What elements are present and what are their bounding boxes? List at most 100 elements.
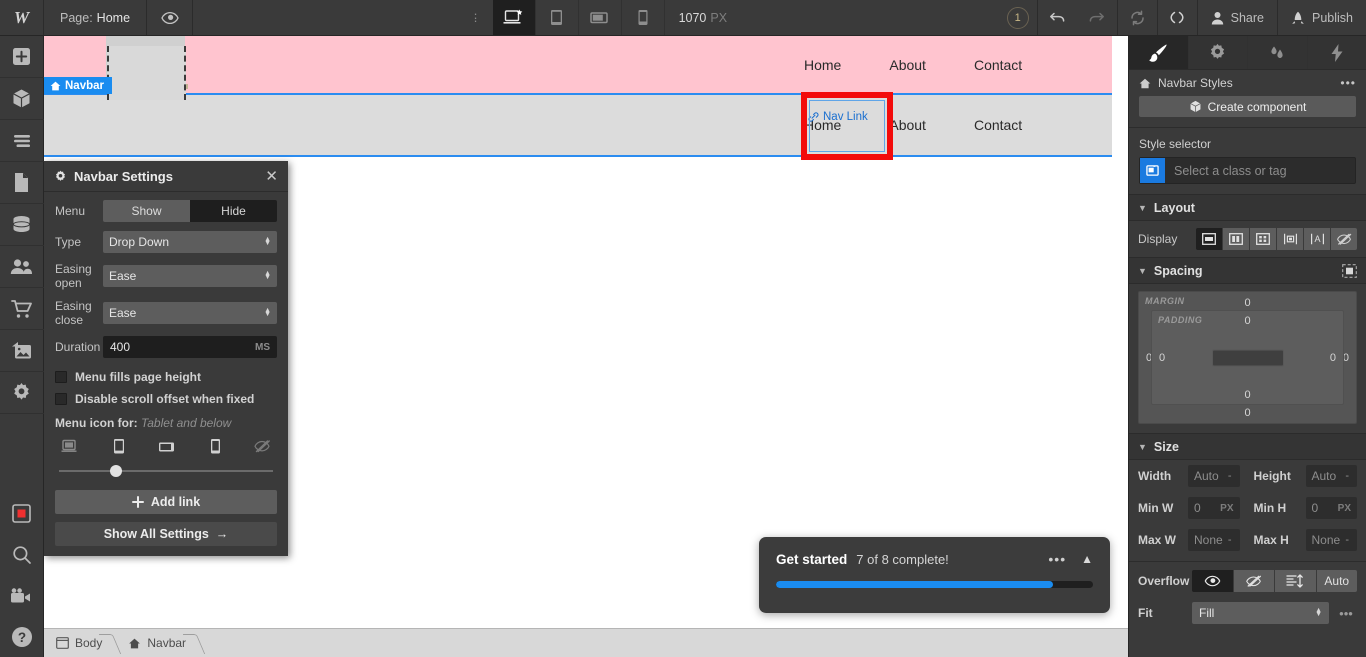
sidebar-item-components[interactable] — [0, 78, 44, 119]
padding-left-value[interactable]: 0 — [1159, 352, 1165, 364]
desktop-breakpoint[interactable] — [492, 0, 536, 35]
maxh-input[interactable]: None - — [1305, 529, 1357, 551]
preview-toggle[interactable] — [147, 0, 194, 35]
page-selector[interactable]: Page: Home — [44, 0, 148, 35]
padding-top-value[interactable]: 0 — [1244, 315, 1250, 327]
margin-top-value[interactable]: 0 — [1244, 297, 1250, 309]
sidebar-item-search[interactable] — [0, 534, 44, 575]
easing-close-label: Easing close — [55, 299, 92, 327]
notification-badge[interactable]: 1 — [1006, 6, 1029, 29]
sidebar-item-users[interactable] — [0, 246, 44, 287]
padding-box[interactable]: PADDING 0 0 0 0 — [1151, 310, 1344, 405]
tab-settings[interactable] — [1188, 36, 1248, 69]
tab-interactions[interactable] — [1248, 36, 1308, 69]
easing-open-select[interactable]: Ease ▲ ▼ — [103, 265, 277, 287]
spacing-section-header[interactable]: ▼ Spacing — [1129, 257, 1366, 284]
add-link-button[interactable]: Add link — [55, 490, 277, 514]
device-slider[interactable] — [59, 464, 273, 478]
chevron-up-icon[interactable]: ▲ — [1081, 552, 1093, 566]
nav-link-contact-pink[interactable]: Contact — [974, 57, 1022, 73]
menu-hide-button[interactable]: Hide — [190, 200, 277, 222]
display-inline-button[interactable]: A — [1304, 228, 1331, 250]
sidebar-item-settings[interactable] — [0, 372, 44, 413]
layout-section-header[interactable]: ▼ Layout — [1129, 194, 1366, 221]
minh-input[interactable]: 0 PX — [1305, 497, 1357, 519]
nav-link-contact-grey[interactable]: Contact — [974, 117, 1022, 133]
tablet-breakpoint[interactable] — [536, 0, 579, 35]
share-button[interactable]: Share — [1196, 0, 1277, 35]
breadcrumb-body[interactable]: Body — [44, 629, 116, 657]
margin-box[interactable]: MARGIN 0 0 0 0 PADDING 0 0 0 0 — [1138, 291, 1357, 424]
mobile-portrait-breakpoint[interactable] — [622, 0, 665, 35]
create-component-button[interactable]: Create component — [1139, 96, 1356, 117]
menu-show-button[interactable]: Show — [103, 200, 190, 222]
code-export-button[interactable] — [1156, 0, 1197, 35]
type-select[interactable]: Drop Down ▲ ▼ — [103, 231, 277, 253]
mobile-landscape-device-icon-button[interactable] — [158, 440, 177, 454]
overflow-auto-button[interactable]: Auto — [1316, 570, 1357, 592]
tablet-device-icon-button[interactable] — [112, 438, 126, 455]
undo-button[interactable] — [1036, 0, 1077, 35]
sidebar-item-component-library[interactable] — [0, 493, 44, 534]
hidden-device-icon-button[interactable] — [253, 439, 271, 454]
sidebar-item-video[interactable] — [0, 575, 44, 616]
size-section-header[interactable]: ▼ Size — [1129, 433, 1366, 460]
sidebar-item-add-elements[interactable] — [0, 36, 44, 77]
disable-scroll-offset-checkbox[interactable] — [55, 393, 67, 405]
easing-close-select[interactable]: Ease ▲ ▼ — [103, 302, 277, 324]
display-flex-button[interactable] — [1223, 228, 1250, 250]
sidebar-item-pages[interactable] — [0, 162, 44, 203]
menu-fills-height-row[interactable]: Menu fills page height — [55, 370, 277, 384]
sidebar-item-ecommerce[interactable] — [0, 288, 44, 329]
publish-button[interactable]: Publish — [1277, 0, 1366, 35]
redo-button[interactable] — [1077, 0, 1117, 35]
width-unit-dash: - — [1227, 470, 1232, 482]
tab-effects[interactable] — [1307, 36, 1366, 69]
margin-bottom-value[interactable]: 0 — [1244, 407, 1250, 419]
display-grid-button[interactable] — [1250, 228, 1277, 250]
horizontal-dots-icon[interactable]: ••• — [1048, 551, 1066, 567]
menu-fills-height-checkbox[interactable] — [55, 371, 67, 383]
display-inline-block-button[interactable] — [1277, 228, 1304, 250]
sidebar-item-assets[interactable] — [0, 330, 44, 371]
width-input[interactable]: Auto - — [1188, 465, 1240, 487]
fit-select[interactable]: Fill ▲ ▼ — [1192, 602, 1329, 624]
horizontal-dots-icon[interactable]: ••• — [1340, 76, 1356, 90]
padding-bottom-value[interactable]: 0 — [1244, 389, 1250, 401]
padding-right-value[interactable]: 0 — [1330, 352, 1336, 364]
fit-more-icon[interactable]: ••• — [1335, 606, 1357, 621]
desktop-device-icon-button[interactable] — [61, 439, 79, 454]
display-none-button[interactable] — [1331, 228, 1357, 250]
nav-link-about-grey[interactable]: About — [889, 117, 926, 133]
spacing-mode-icon[interactable] — [1342, 263, 1357, 278]
nav-link-home-pink[interactable]: Home — [804, 57, 841, 73]
overflow-scroll-button[interactable] — [1275, 570, 1317, 592]
show-all-settings-button[interactable]: Show All Settings → — [55, 522, 277, 546]
webflow-logo[interactable]: W — [0, 0, 44, 35]
slider-knob[interactable] — [110, 465, 123, 477]
sidebar-item-cms[interactable] — [0, 204, 44, 245]
logo-placeholder-grey[interactable] — [107, 46, 186, 100]
tab-style[interactable] — [1129, 36, 1189, 69]
sync-button[interactable] — [1116, 0, 1157, 35]
sidebar-item-help[interactable]: ? — [0, 616, 44, 657]
style-selector-input[interactable]: Select a class or tag — [1139, 157, 1356, 184]
height-input[interactable]: Auto - — [1305, 465, 1357, 487]
get-started-panel[interactable]: Get started 7 of 8 complete! ••• ▲ — [759, 537, 1110, 613]
duration-input[interactable]: 400 MS — [103, 336, 277, 358]
sidebar-item-navigator[interactable] — [0, 120, 44, 161]
maxw-input[interactable]: None - — [1188, 529, 1240, 551]
menu-toggle[interactable]: Show Hide — [103, 200, 277, 222]
mobile-portrait-device-icon-button[interactable] — [210, 438, 221, 455]
navbar-settings-title: Navbar Settings — [74, 168, 173, 184]
display-block-button[interactable] — [1196, 228, 1223, 250]
disable-scroll-offset-row[interactable]: Disable scroll offset when fixed — [55, 392, 277, 406]
canvas-options-menu[interactable]: · · · — [459, 0, 493, 35]
overflow-visible-button[interactable] — [1192, 570, 1234, 592]
breadcrumb-navbar[interactable]: Navbar — [116, 629, 200, 657]
nav-link-about-pink[interactable]: About — [889, 57, 926, 73]
overflow-hidden-button[interactable] — [1233, 570, 1275, 592]
close-icon[interactable]: ✕ — [265, 169, 278, 184]
minw-input[interactable]: 0 PX — [1188, 497, 1240, 519]
mobile-landscape-breakpoint[interactable] — [579, 0, 622, 35]
